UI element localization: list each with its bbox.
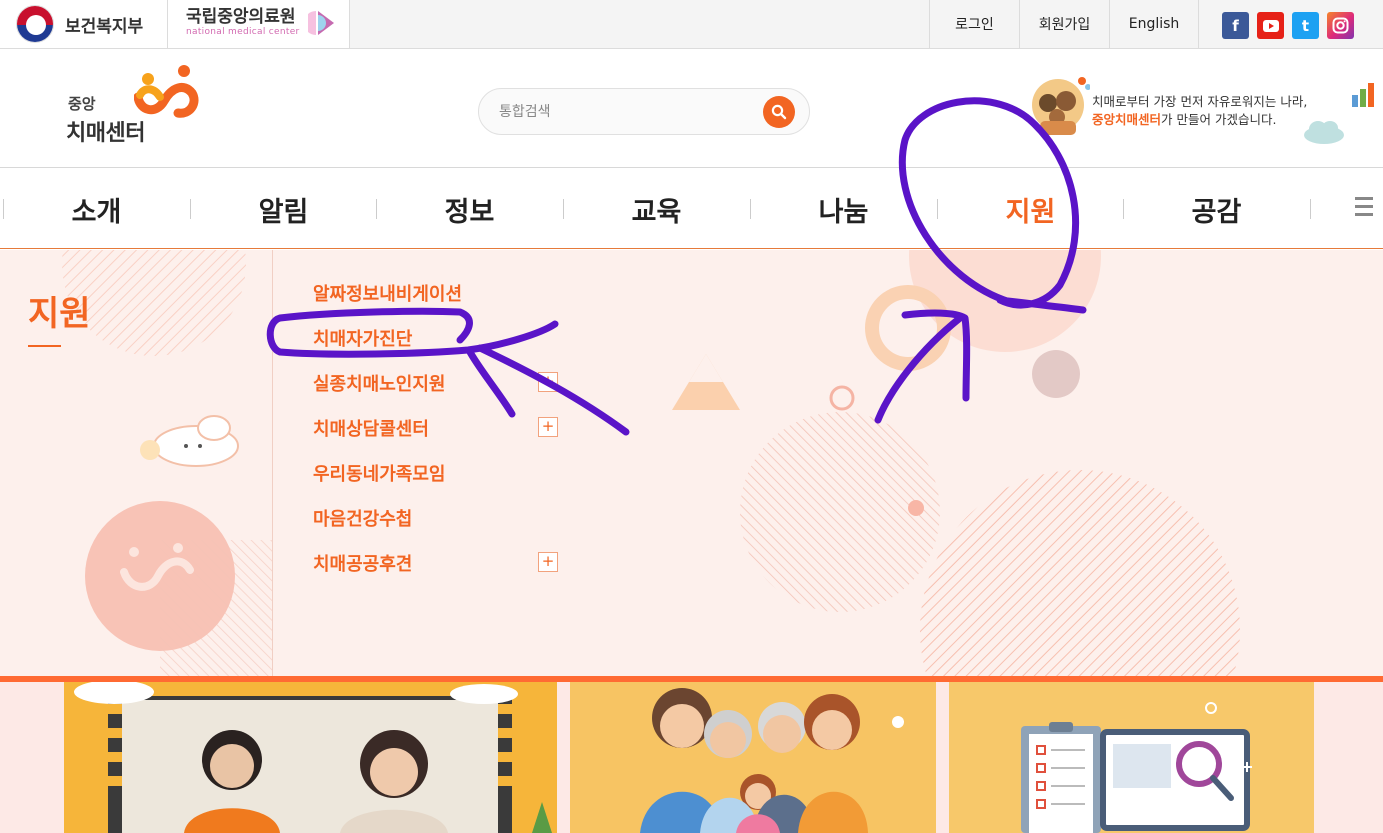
gov-name: 보건복지부 xyxy=(65,16,144,37)
submenu-item-label: 실종치매노인지원 xyxy=(313,373,446,395)
family-illustration-icon xyxy=(1032,77,1090,135)
facebook-icon[interactable]: f xyxy=(1222,12,1249,39)
banner-strip xyxy=(0,682,1383,833)
search-input[interactable] xyxy=(499,101,749,123)
submenu-item-label: 우리동네가족모임 xyxy=(313,463,446,485)
family-illustration-icon xyxy=(640,688,904,833)
submenu-item-label: 치매공공후견 xyxy=(313,553,413,575)
nav-item-education[interactable]: 교육 xyxy=(563,169,750,249)
login-link[interactable]: 로그인 xyxy=(929,0,1019,48)
header-promo: 치매로부터 가장 먼저 자유로워지는 나라, 중앙치매센터가 만들어 가겠습니다… xyxy=(1030,67,1380,147)
english-link[interactable]: English xyxy=(1109,0,1199,48)
call-center-illustration-icon xyxy=(74,682,552,833)
nav-item-info[interactable]: 정보 xyxy=(376,169,563,249)
submenu-item-mind-health[interactable]: 마음건강수첩 xyxy=(313,495,573,540)
submenu-item-self-diagnosis[interactable]: 치매자가진단 xyxy=(313,315,573,360)
submenu-panel: 지원 알짜정보내비게이션 치매자가진단 실종치매노인지원 + 치매상담콜센터 +… xyxy=(0,250,1383,676)
checklist-illustration-icon xyxy=(1021,702,1252,833)
instagram-icon[interactable] xyxy=(1327,12,1354,39)
logo-text-main: 치매센터 xyxy=(66,121,145,146)
search-button[interactable] xyxy=(763,96,795,128)
submenu-item-missing-elderly[interactable]: 실종치매노인지원 + xyxy=(313,360,573,405)
nav-item-notice[interactable]: 알림 xyxy=(190,169,377,249)
submenu-item-label: 알짜정보내비게이션 xyxy=(313,283,463,305)
submenu-item-label: 치매자가진단 xyxy=(313,328,413,350)
site-header: 중앙 치매센터 치매로부터 가장 먼저 자유로워지는 나라, 중앙치매센터가 만… xyxy=(0,49,1383,168)
nav-item-empathy[interactable]: 공감 xyxy=(1123,169,1310,249)
panel-divider xyxy=(272,250,273,676)
expand-plus-icon[interactable]: + xyxy=(538,372,558,392)
section-underline xyxy=(28,345,61,347)
logo-mark-icon xyxy=(134,65,199,118)
chart-illustration-icon xyxy=(1352,83,1374,107)
submenu-item-info-navigation[interactable]: 알짜정보내비게이션 xyxy=(313,270,573,315)
section-title: 지원 xyxy=(28,294,91,334)
nav-item-intro[interactable]: 소개 xyxy=(3,169,190,249)
twitter-icon[interactable]: t xyxy=(1292,12,1319,39)
signup-link[interactable]: 회원가입 xyxy=(1019,0,1109,48)
promo-highlight: 중앙치매센터 xyxy=(1092,112,1162,127)
bee-illustration-icon xyxy=(140,415,239,467)
self-check-banner[interactable] xyxy=(949,682,1314,833)
family-support-banner[interactable] xyxy=(570,682,936,833)
nav-item-sharing[interactable]: 나눔 xyxy=(750,169,937,249)
gov-link[interactable]: 보건복지부 xyxy=(0,0,168,48)
logo-text-small: 중앙 xyxy=(68,95,96,113)
submenu-list: 알짜정보내비게이션 치매자가진단 실종치매노인지원 + 치매상담콜센터 + 우리… xyxy=(313,270,573,585)
submenu-item-label: 마음건강수첩 xyxy=(313,508,413,530)
promo-line-1: 치매로부터 가장 먼저 자유로워지는 나라, xyxy=(1092,94,1308,109)
expand-plus-icon[interactable]: + xyxy=(538,552,558,572)
nav-item-support[interactable]: 지원 xyxy=(937,169,1124,249)
youtube-icon[interactable] xyxy=(1257,12,1284,39)
nav-separator xyxy=(1310,199,1311,219)
cloud-icon xyxy=(1304,121,1344,144)
search-box xyxy=(478,88,810,135)
search-icon xyxy=(771,104,787,120)
promo-line-2: 중앙치매센터가 만들어 가겠습니다. xyxy=(1092,109,1276,128)
site-logo[interactable]: 중앙 치매센터 xyxy=(66,63,206,153)
nmc-logo-icon xyxy=(308,11,334,35)
nmc-link[interactable]: 국립중앙의료원 national medical center xyxy=(168,0,350,48)
top-utility-bar: 보건복지부 국립중앙의료원 national medical center 로그… xyxy=(0,0,1383,49)
submenu-item-label: 치매상담콜센터 xyxy=(313,418,429,440)
submenu-item-public-guardianship[interactable]: 치매공공후견 + xyxy=(313,540,573,585)
submenu-item-call-center[interactable]: 치매상담콜센터 + xyxy=(313,405,573,450)
main-navigation: 소개 알림 정보 교육 나눔 지원 공감 xyxy=(0,169,1383,249)
background-decoration xyxy=(62,250,1240,676)
expand-plus-icon[interactable]: + xyxy=(538,417,558,437)
promo-line-2-rest: 가 만들어 가겠습니다. xyxy=(1161,112,1277,127)
submenu-item-family-meeting[interactable]: 우리동네가족모임 xyxy=(313,450,573,495)
call-center-banner[interactable] xyxy=(64,682,557,833)
hamburger-menu-icon[interactable] xyxy=(1355,197,1375,219)
gov-emblem-icon xyxy=(16,5,54,43)
